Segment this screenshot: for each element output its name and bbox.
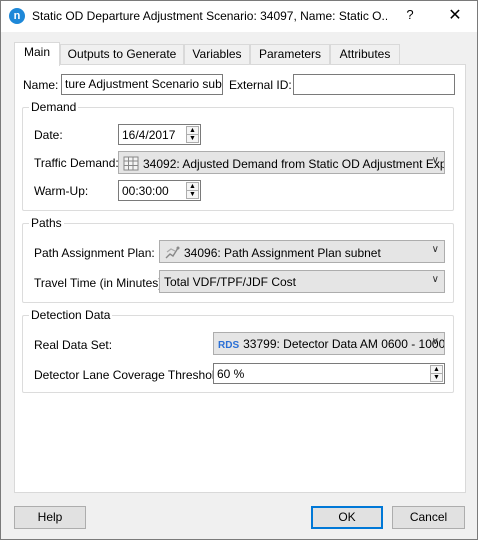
- tab-variables[interactable]: Variables: [184, 44, 250, 65]
- chevron-down-icon: ∨: [431, 155, 439, 166]
- close-icon[interactable]: ✕: [447, 5, 463, 25]
- coverage-threshold-label: Detector Lane Coverage Threshold:: [34, 368, 225, 382]
- external-id-field[interactable]: [293, 74, 455, 95]
- window-title: Static OD Departure Adjustment Scenario:…: [32, 9, 387, 23]
- spin-down-icon[interactable]: ▼: [431, 374, 442, 382]
- tab-parameters[interactable]: Parameters: [250, 44, 330, 65]
- paths-group: Paths Path Assignment Plan: 34096: Path …: [22, 216, 454, 303]
- traffic-demand-select[interactable]: 34092: Adjusted Demand from Static OD Ad…: [118, 151, 445, 174]
- name-field[interactable]: ture Adjustment Scenario subnet: [61, 74, 223, 95]
- tab-outputs[interactable]: Outputs to Generate: [60, 44, 184, 65]
- dialog-window: n Static OD Departure Adjustment Scenari…: [0, 0, 478, 540]
- warmup-spin-buttons[interactable]: ▲ ▼: [186, 182, 199, 199]
- path-plan-value: 34096: Path Assignment Plan subnet: [184, 246, 381, 260]
- spin-up-icon[interactable]: ▲: [187, 127, 198, 135]
- date-value: 16/4/2017: [122, 128, 176, 142]
- tab-attributes[interactable]: Attributes: [330, 44, 400, 65]
- traffic-demand-label: Traffic Demand:: [34, 156, 119, 170]
- path-plan-icon: [165, 246, 180, 259]
- spin-up-icon[interactable]: ▲: [187, 183, 198, 191]
- help-icon[interactable]: ?: [403, 7, 417, 22]
- detection-group: Detection Data Real Data Set: RDS 33799: …: [22, 308, 454, 393]
- traffic-demand-value: 34092: Adjusted Demand from Static OD Ad…: [143, 157, 445, 171]
- travel-time-label: Travel Time (in Minutes):: [34, 276, 166, 290]
- demand-group: Demand Date: 16/4/2017 ▲ ▼ Traffic Deman…: [22, 100, 454, 211]
- warmup-value: 00:30:00: [122, 184, 169, 198]
- cancel-button[interactable]: Cancel: [392, 506, 465, 529]
- travel-time-select[interactable]: Total VDF/TPF/JDF Cost ∨: [159, 270, 445, 293]
- detection-group-title: Detection Data: [29, 308, 113, 322]
- coverage-threshold-value: 60 %: [217, 367, 245, 381]
- ok-button[interactable]: OK: [311, 506, 383, 529]
- tab-main[interactable]: Main: [14, 42, 60, 66]
- chevron-down-icon: ∨: [431, 336, 439, 347]
- chevron-down-icon: ∨: [431, 274, 439, 285]
- help-button[interactable]: Help: [14, 506, 86, 529]
- spin-down-icon[interactable]: ▼: [187, 191, 198, 199]
- spin-up-icon[interactable]: ▲: [431, 366, 442, 374]
- date-spinbox[interactable]: 16/4/2017 ▲ ▼: [118, 124, 201, 145]
- coverage-threshold-spinbox[interactable]: 60 % ▲ ▼: [213, 363, 445, 384]
- app-icon: n: [9, 8, 25, 24]
- chevron-down-icon: ∨: [431, 244, 439, 255]
- demand-group-title: Demand: [29, 100, 79, 114]
- external-id-label: External ID:: [229, 78, 292, 92]
- demand-grid-icon: [123, 156, 139, 171]
- real-data-set-value: 33799: Detector Data AM 0600 - 1000: [243, 337, 445, 351]
- date-label: Date:: [34, 128, 63, 142]
- path-plan-label: Path Assignment Plan:: [34, 246, 155, 260]
- real-data-set-label: Real Data Set:: [34, 338, 113, 352]
- rds-badge: RDS: [218, 340, 240, 351]
- coverage-spin-buttons[interactable]: ▲ ▼: [430, 365, 443, 382]
- spin-down-icon[interactable]: ▼: [187, 135, 198, 143]
- path-plan-select[interactable]: 34096: Path Assignment Plan subnet ∨: [159, 240, 445, 263]
- travel-time-value: Total VDF/TPF/JDF Cost: [164, 275, 297, 289]
- real-data-set-select[interactable]: RDS 33799: Detector Data AM 0600 - 1000 ∨: [213, 332, 445, 355]
- main-panel: Name: ture Adjustment Scenario subnet Ex…: [14, 64, 466, 493]
- warmup-label: Warm-Up:: [34, 184, 89, 198]
- title-bar: n Static OD Departure Adjustment Scenari…: [1, 1, 477, 32]
- date-spin-buttons[interactable]: ▲ ▼: [186, 126, 199, 143]
- name-label: Name:: [23, 78, 59, 92]
- paths-group-title: Paths: [29, 216, 64, 230]
- warmup-spinbox[interactable]: 00:30:00 ▲ ▼: [118, 180, 201, 201]
